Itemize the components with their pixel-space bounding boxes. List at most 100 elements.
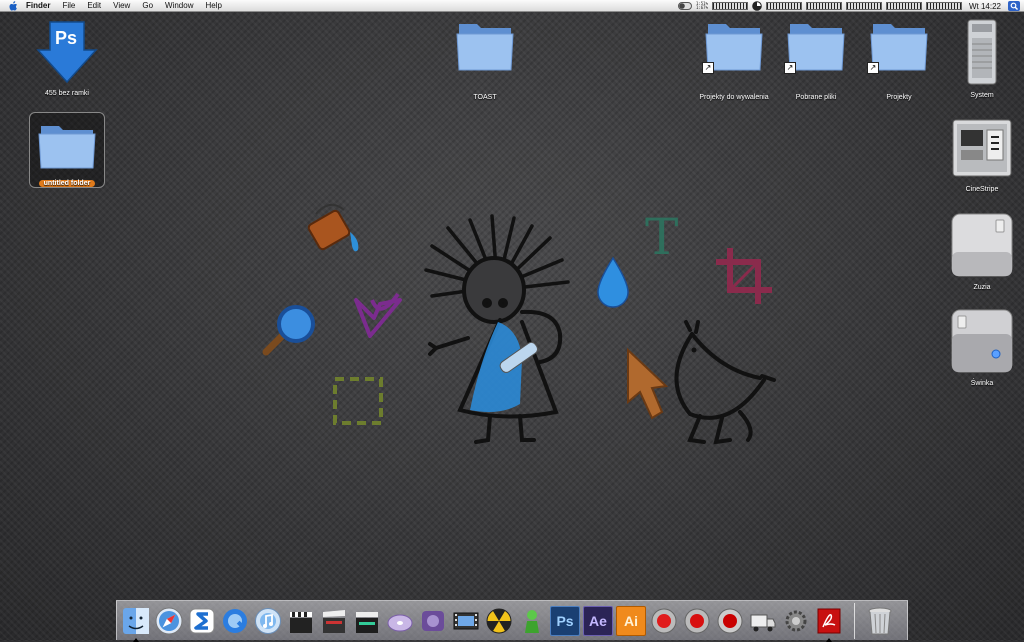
desktop-icon-system-label: System bbox=[970, 92, 994, 99]
desktop-icon-psd-label: 455 bez ramki bbox=[45, 90, 89, 97]
dock-nuke[interactable] bbox=[483, 605, 515, 637]
quicktime-icon bbox=[223, 608, 247, 633]
dock-gear-settings[interactable] bbox=[780, 605, 812, 637]
menu-clock[interactable]: Wt 14:22 bbox=[966, 2, 1004, 11]
cpu-graph-1[interactable] bbox=[711, 2, 748, 10]
menu-file[interactable]: File bbox=[56, 0, 81, 12]
dock-illustrator[interactable]: Ai bbox=[615, 605, 647, 637]
alias-arrow-icon: ↗ bbox=[784, 62, 796, 74]
crop-tool-art bbox=[716, 248, 772, 304]
dock-green-figure[interactable] bbox=[516, 605, 548, 637]
menu-bar: Finder File Edit View Go Window Help 1:5… bbox=[0, 0, 1024, 12]
nuke-icon bbox=[486, 608, 512, 633]
spotlight-icon[interactable] bbox=[1008, 1, 1020, 11]
blue-s-app-icon bbox=[189, 608, 215, 633]
desktop-icon-psd[interactable]: Ps 455 bez ramki bbox=[22, 18, 112, 98]
external-drive-icon bbox=[951, 309, 1013, 373]
menu-view[interactable]: View bbox=[107, 0, 136, 12]
green-figure-icon bbox=[525, 609, 539, 633]
dock-red-app-1[interactable] bbox=[648, 605, 680, 637]
desktop-icon-toast-label: TOAST bbox=[473, 94, 497, 101]
svg-text:Ps: Ps bbox=[55, 28, 77, 48]
red-app-1-icon bbox=[651, 608, 677, 633]
red-app-2-icon bbox=[684, 608, 710, 633]
desktop-icon-cinestripe-label: CineStripe bbox=[965, 186, 999, 193]
dock-quicktime[interactable] bbox=[219, 605, 251, 637]
menu-help[interactable]: Help bbox=[199, 0, 227, 12]
dvd-studio-icon bbox=[387, 614, 413, 631]
dock-motion[interactable] bbox=[351, 605, 383, 637]
dock-finder[interactable] bbox=[120, 605, 152, 642]
dock-red-app-3[interactable] bbox=[714, 605, 746, 637]
dock-after-effects[interactable]: Ae bbox=[582, 605, 614, 637]
menu-edit[interactable]: Edit bbox=[81, 0, 107, 12]
dock-final-cut[interactable] bbox=[318, 605, 350, 637]
cpu-graph-3[interactable] bbox=[805, 2, 842, 10]
acrobat-icon bbox=[817, 608, 841, 633]
desktop-icon-swinka-label: Świnka bbox=[970, 380, 994, 387]
desktop-icon-projekty-do-wywalenia[interactable]: ↗ Projekty do wywalenia bbox=[689, 20, 779, 102]
cursor-arrow-art bbox=[627, 347, 669, 420]
clapper-icon bbox=[290, 611, 312, 633]
type-tool-art: T bbox=[645, 208, 678, 266]
motion-clapper-icon bbox=[356, 611, 378, 633]
gear-settings-icon bbox=[785, 610, 807, 631]
paint-bucket-art bbox=[307, 203, 359, 252]
truck-icon bbox=[750, 614, 776, 631]
dock-itunes[interactable] bbox=[252, 605, 284, 637]
dock-acrobat[interactable] bbox=[813, 605, 845, 642]
external-drive-icon bbox=[951, 213, 1013, 277]
desktop-icon-projekty-do-wywalenia-label: Projekty do wywalenia bbox=[699, 94, 769, 101]
desktop-icon-toast[interactable]: TOAST bbox=[440, 20, 530, 102]
desktop-icon-projekty[interactable]: ↗ Projekty bbox=[854, 20, 944, 102]
pen-tool-art bbox=[354, 292, 402, 338]
desktop-icon-untitled-folder-label: untitled folder bbox=[38, 180, 96, 187]
desktop-icon-swinka[interactable]: Świnka bbox=[937, 308, 1024, 388]
dock-dvd-studio[interactable] bbox=[384, 605, 416, 637]
cpu-graph-6[interactable] bbox=[925, 2, 962, 10]
dock-compressor[interactable] bbox=[417, 605, 449, 637]
dock-truck[interactable] bbox=[747, 605, 779, 637]
dock-blue-s-app[interactable] bbox=[186, 605, 218, 637]
desktop-icon-system[interactable]: System bbox=[937, 18, 1024, 100]
clock-pie-icon[interactable] bbox=[752, 1, 762, 11]
folder-icon bbox=[38, 126, 96, 169]
final-cut-clapper-icon bbox=[323, 609, 345, 633]
menu-extras: 1:51% 1:67% Wt 14:22 bbox=[677, 0, 1020, 12]
menu-go[interactable]: Go bbox=[136, 0, 159, 12]
dock-film[interactable] bbox=[450, 605, 482, 637]
dock-trash[interactable] bbox=[864, 605, 896, 637]
dock-clapper[interactable] bbox=[285, 605, 317, 637]
desktop-icon-zuzia[interactable]: Zuzia bbox=[937, 212, 1024, 292]
dock-red-app-2[interactable] bbox=[681, 605, 713, 637]
apple-menu-icon[interactable] bbox=[6, 0, 20, 12]
cpu-graph-4[interactable] bbox=[845, 2, 882, 10]
folder-icon bbox=[456, 24, 514, 71]
cpu-graph-2[interactable] bbox=[765, 2, 802, 10]
desktop-icon-pobrane-pliki-label: Pobrane pliki bbox=[795, 94, 837, 101]
cpu-graph-5[interactable] bbox=[885, 2, 922, 10]
paint-splash-art bbox=[470, 322, 522, 412]
magnifier-art bbox=[262, 305, 315, 356]
desktop-icon-pobrane-pliki[interactable]: ↗ Pobrane pliki bbox=[771, 20, 861, 102]
safari-icon bbox=[155, 607, 183, 634]
after-effects-icon: Ae bbox=[583, 605, 613, 636]
cpu-readout-2: 1:67% bbox=[695, 5, 708, 10]
desktop-icon-cinestripe[interactable]: CineStripe bbox=[937, 116, 1024, 194]
menu-window[interactable]: Window bbox=[159, 0, 199, 12]
dock-safari[interactable] bbox=[153, 605, 185, 637]
dock-photoshop[interactable]: Ps bbox=[549, 605, 581, 637]
desktop-icon-untitled-folder[interactable]: untitled folder bbox=[22, 118, 112, 188]
toggle-icon[interactable] bbox=[677, 1, 692, 11]
red-app-3-icon bbox=[717, 608, 743, 633]
bird-art bbox=[674, 320, 776, 445]
desktop-icon-projekty-label: Projekty bbox=[886, 94, 912, 101]
trash-icon bbox=[868, 607, 892, 634]
photoshop-icon: Ps bbox=[550, 605, 580, 636]
water-drop-art bbox=[597, 256, 629, 308]
film-icon bbox=[453, 612, 479, 629]
dock: Ps Ae Ai bbox=[116, 600, 908, 642]
alias-arrow-icon: ↗ bbox=[867, 62, 879, 74]
cpu-readout: 1:51% 1:67% bbox=[696, 2, 708, 10]
menu-finder[interactable]: Finder bbox=[20, 0, 56, 12]
